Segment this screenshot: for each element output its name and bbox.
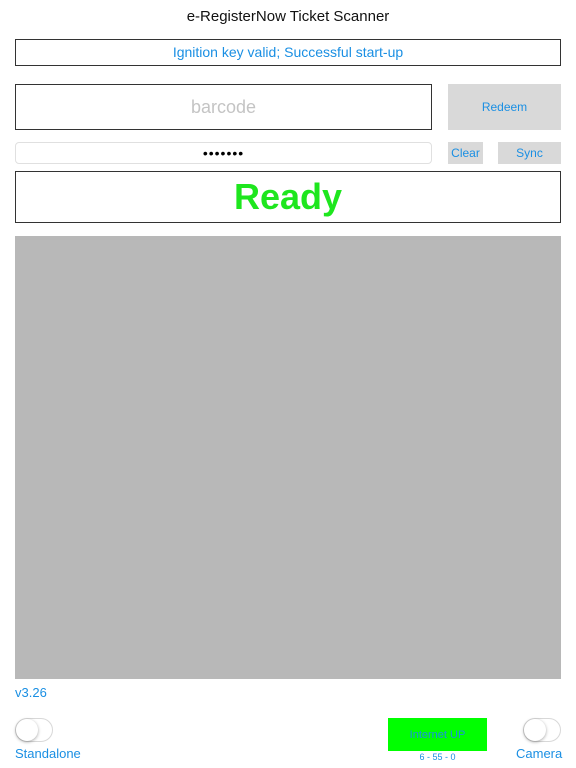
camera-label: Camera <box>516 746 563 761</box>
clear-button[interactable]: Clear <box>448 142 483 164</box>
version-label: v3.26 <box>15 685 47 700</box>
password-field[interactable] <box>15 142 432 164</box>
scan-status-display: Ready <box>15 171 561 223</box>
barcode-input[interactable] <box>15 84 432 130</box>
standalone-toggle[interactable] <box>15 718 53 742</box>
app-title: e-RegisterNow Ticket Scanner <box>186 8 390 25</box>
sync-button[interactable]: Sync <box>498 142 561 164</box>
internet-status-button[interactable]: Internet UP <box>388 718 487 751</box>
status-message: Ignition key valid; Successful start-up <box>15 39 561 66</box>
redeem-button[interactable]: Redeem <box>448 84 561 130</box>
sync-counts: 6 - 55 - 0 <box>419 752 456 762</box>
camera-toggle[interactable] <box>523 718 561 742</box>
standalone-label: Standalone <box>15 746 81 761</box>
camera-preview[interactable] <box>15 236 561 679</box>
toggle-knob <box>16 719 38 741</box>
toggle-knob <box>524 719 546 741</box>
